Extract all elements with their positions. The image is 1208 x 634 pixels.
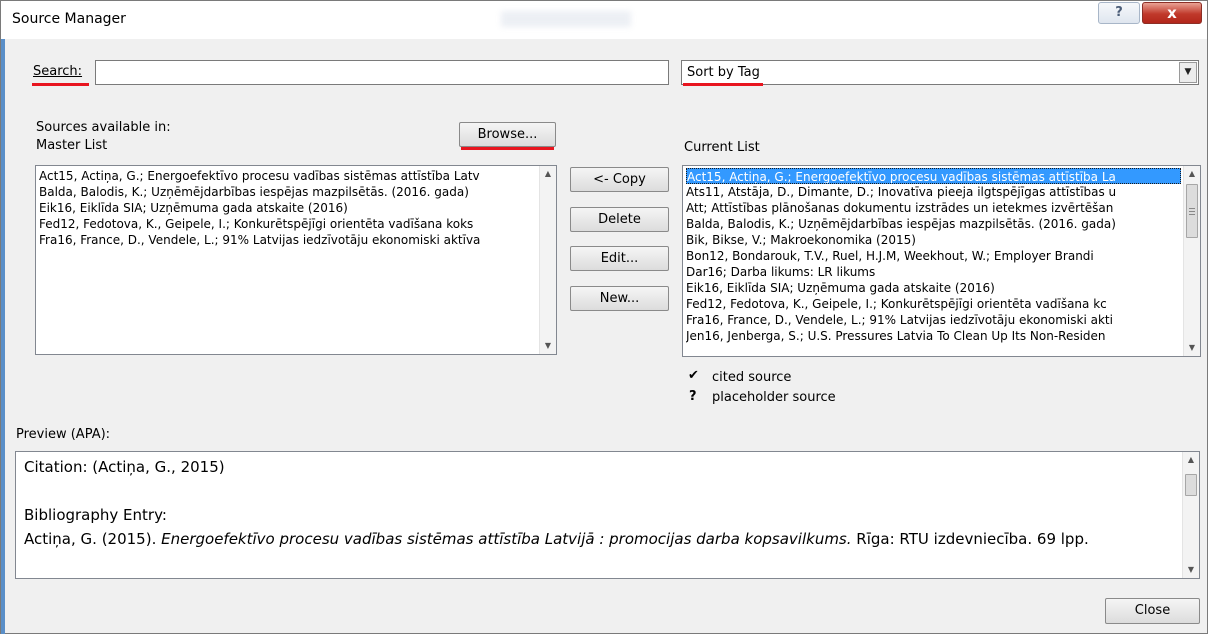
master-list-label: Master List <box>36 138 108 153</box>
sort-highlight <box>683 83 763 86</box>
preview-citation: Citation: (Actiņa, G., 2015) <box>24 458 225 476</box>
entry-prefix: Actiņa, G. (2015). <box>24 530 162 548</box>
preview-bibliography-entry: Actiņa, G. (2015). Energoefektīvo proces… <box>24 530 1089 548</box>
scroll-thumb[interactable] <box>1185 474 1197 496</box>
current-list-item[interactable]: Fra16, France, D., Vendele, L.; 91% Latv… <box>686 312 1181 328</box>
master-list-box[interactable]: Act15, Actiņa, G.; Energoefektīvo proces… <box>35 165 557 355</box>
dropdown-arrow-icon[interactable]: ▼ <box>1179 62 1197 83</box>
thumb-grip <box>1189 214 1195 215</box>
sort-select[interactable]: Sort by Tag ▼ <box>681 60 1199 85</box>
master-list-item[interactable]: Act15, Actiņa, G.; Energoefektīvo proces… <box>39 168 539 184</box>
preview-label: Preview (APA): <box>16 427 111 442</box>
question-mark-icon: ? <box>689 389 697 404</box>
delete-button[interactable]: Delete <box>570 207 669 232</box>
current-list-item[interactable]: Att; Attīstības plānošanas dokumentu izs… <box>686 200 1181 216</box>
placeholder-source-label: placeholder source <box>712 390 836 405</box>
cited-source-label: cited source <box>712 370 792 385</box>
sources-available-label: Sources available in: <box>36 120 171 135</box>
blurred-background-window <box>501 11 631 27</box>
search-input-box[interactable] <box>95 60 669 85</box>
new-button[interactable]: New... <box>570 286 669 311</box>
thumb-grip <box>1189 211 1195 212</box>
preview-box: Citation: (Actiņa, G., 2015) Bibliograph… <box>15 451 1200 579</box>
current-list-item[interactable]: Bon12, Bondarouk, T.V., Ruel, H.J.M, Wee… <box>686 248 1181 264</box>
current-list-item[interactable]: Fed12, Fedotova, K., Geipele, I.; Konkur… <box>686 296 1181 312</box>
master-list-scrollbar[interactable]: ▲ ▼ <box>539 166 556 354</box>
thumb-grip <box>1189 208 1195 209</box>
window-edge <box>1 39 5 634</box>
title-bar[interactable]: Source Manager ? x <box>1 1 1207 39</box>
current-list-item[interactable]: Balda, Balodis, K.; Uzņēmējdarbības iesp… <box>686 216 1181 232</box>
browse-highlight <box>461 147 554 150</box>
master-list-item[interactable]: Fra16, France, D., Vendele, L.; 91% Latv… <box>39 232 539 248</box>
window-close-button[interactable]: x <box>1142 2 1202 24</box>
copy-button[interactable]: <- Copy <box>570 167 669 192</box>
entry-title: Energoefektīvo procesu vadības sistēmas … <box>161 530 852 548</box>
sort-selected-value: Sort by Tag <box>687 65 760 80</box>
scroll-thumb[interactable] <box>1186 184 1198 238</box>
current-list-item[interactable]: Eik16, Eiklīda SIA; Uzņēmuma gada atskai… <box>686 280 1181 296</box>
entry-suffix: Rīga: RTU izdevniecība. 69 lpp. <box>851 530 1089 548</box>
scroll-down-arrow-icon[interactable]: ▼ <box>1183 562 1199 578</box>
master-list-item[interactable]: Fed12, Fedotova, K., Geipele, I.; Konkur… <box>39 216 539 232</box>
current-list-box[interactable]: Act15, Actiņa, G.; Energoefektīvo proces… <box>682 165 1201 357</box>
current-list-item[interactable]: Ats11, Atstāja, D., Dimante, D.; Inovatī… <box>686 184 1181 200</box>
scroll-up-arrow-icon[interactable]: ▲ <box>540 166 556 182</box>
current-list-item[interactable]: Bik, Bikse, V.; Makroekonomika (2015) <box>686 232 1181 248</box>
search-input[interactable] <box>96 61 668 84</box>
help-button[interactable]: ? <box>1098 2 1140 24</box>
source-manager-dialog: Source Manager ? x Search: Sort by Tag ▼… <box>0 0 1208 634</box>
scroll-down-arrow-icon[interactable]: ▼ <box>540 338 556 354</box>
window-title: Source Manager <box>12 11 126 27</box>
preview-bibliography-heading: Bibliography Entry: <box>24 506 167 524</box>
scroll-up-arrow-icon[interactable]: ▲ <box>1183 452 1199 468</box>
master-list-item[interactable]: Balda, Balodis, K.; Uzņēmējdarbības iesp… <box>39 184 539 200</box>
current-list-scrollbar[interactable]: ▲ ▼ <box>1183 166 1200 356</box>
search-label: Search: <box>33 64 83 79</box>
current-list-item[interactable]: Jen16, Jenberga, S.; U.S. Pressures Latv… <box>686 328 1181 344</box>
scroll-up-arrow-icon[interactable]: ▲ <box>1184 166 1200 182</box>
master-list-item[interactable]: Eik16, Eiklīda SIA; Uzņēmuma gada atskai… <box>39 200 539 216</box>
browse-button[interactable]: Browse... <box>459 122 556 147</box>
checkmark-icon: ✔ <box>688 368 699 383</box>
preview-scrollbar[interactable]: ▲ ▼ <box>1182 452 1199 578</box>
current-list-item[interactable]: Dar16; Darba likums: LR likums <box>686 264 1181 280</box>
edit-button[interactable]: Edit... <box>570 246 669 271</box>
scroll-down-arrow-icon[interactable]: ▼ <box>1184 340 1200 356</box>
close-button[interactable]: Close <box>1105 598 1200 624</box>
current-list-item-selected[interactable]: Act15, Actiņa, G.; Energoefektīvo proces… <box>686 168 1181 184</box>
search-label-highlight <box>32 83 89 86</box>
current-list-label: Current List <box>684 140 760 155</box>
